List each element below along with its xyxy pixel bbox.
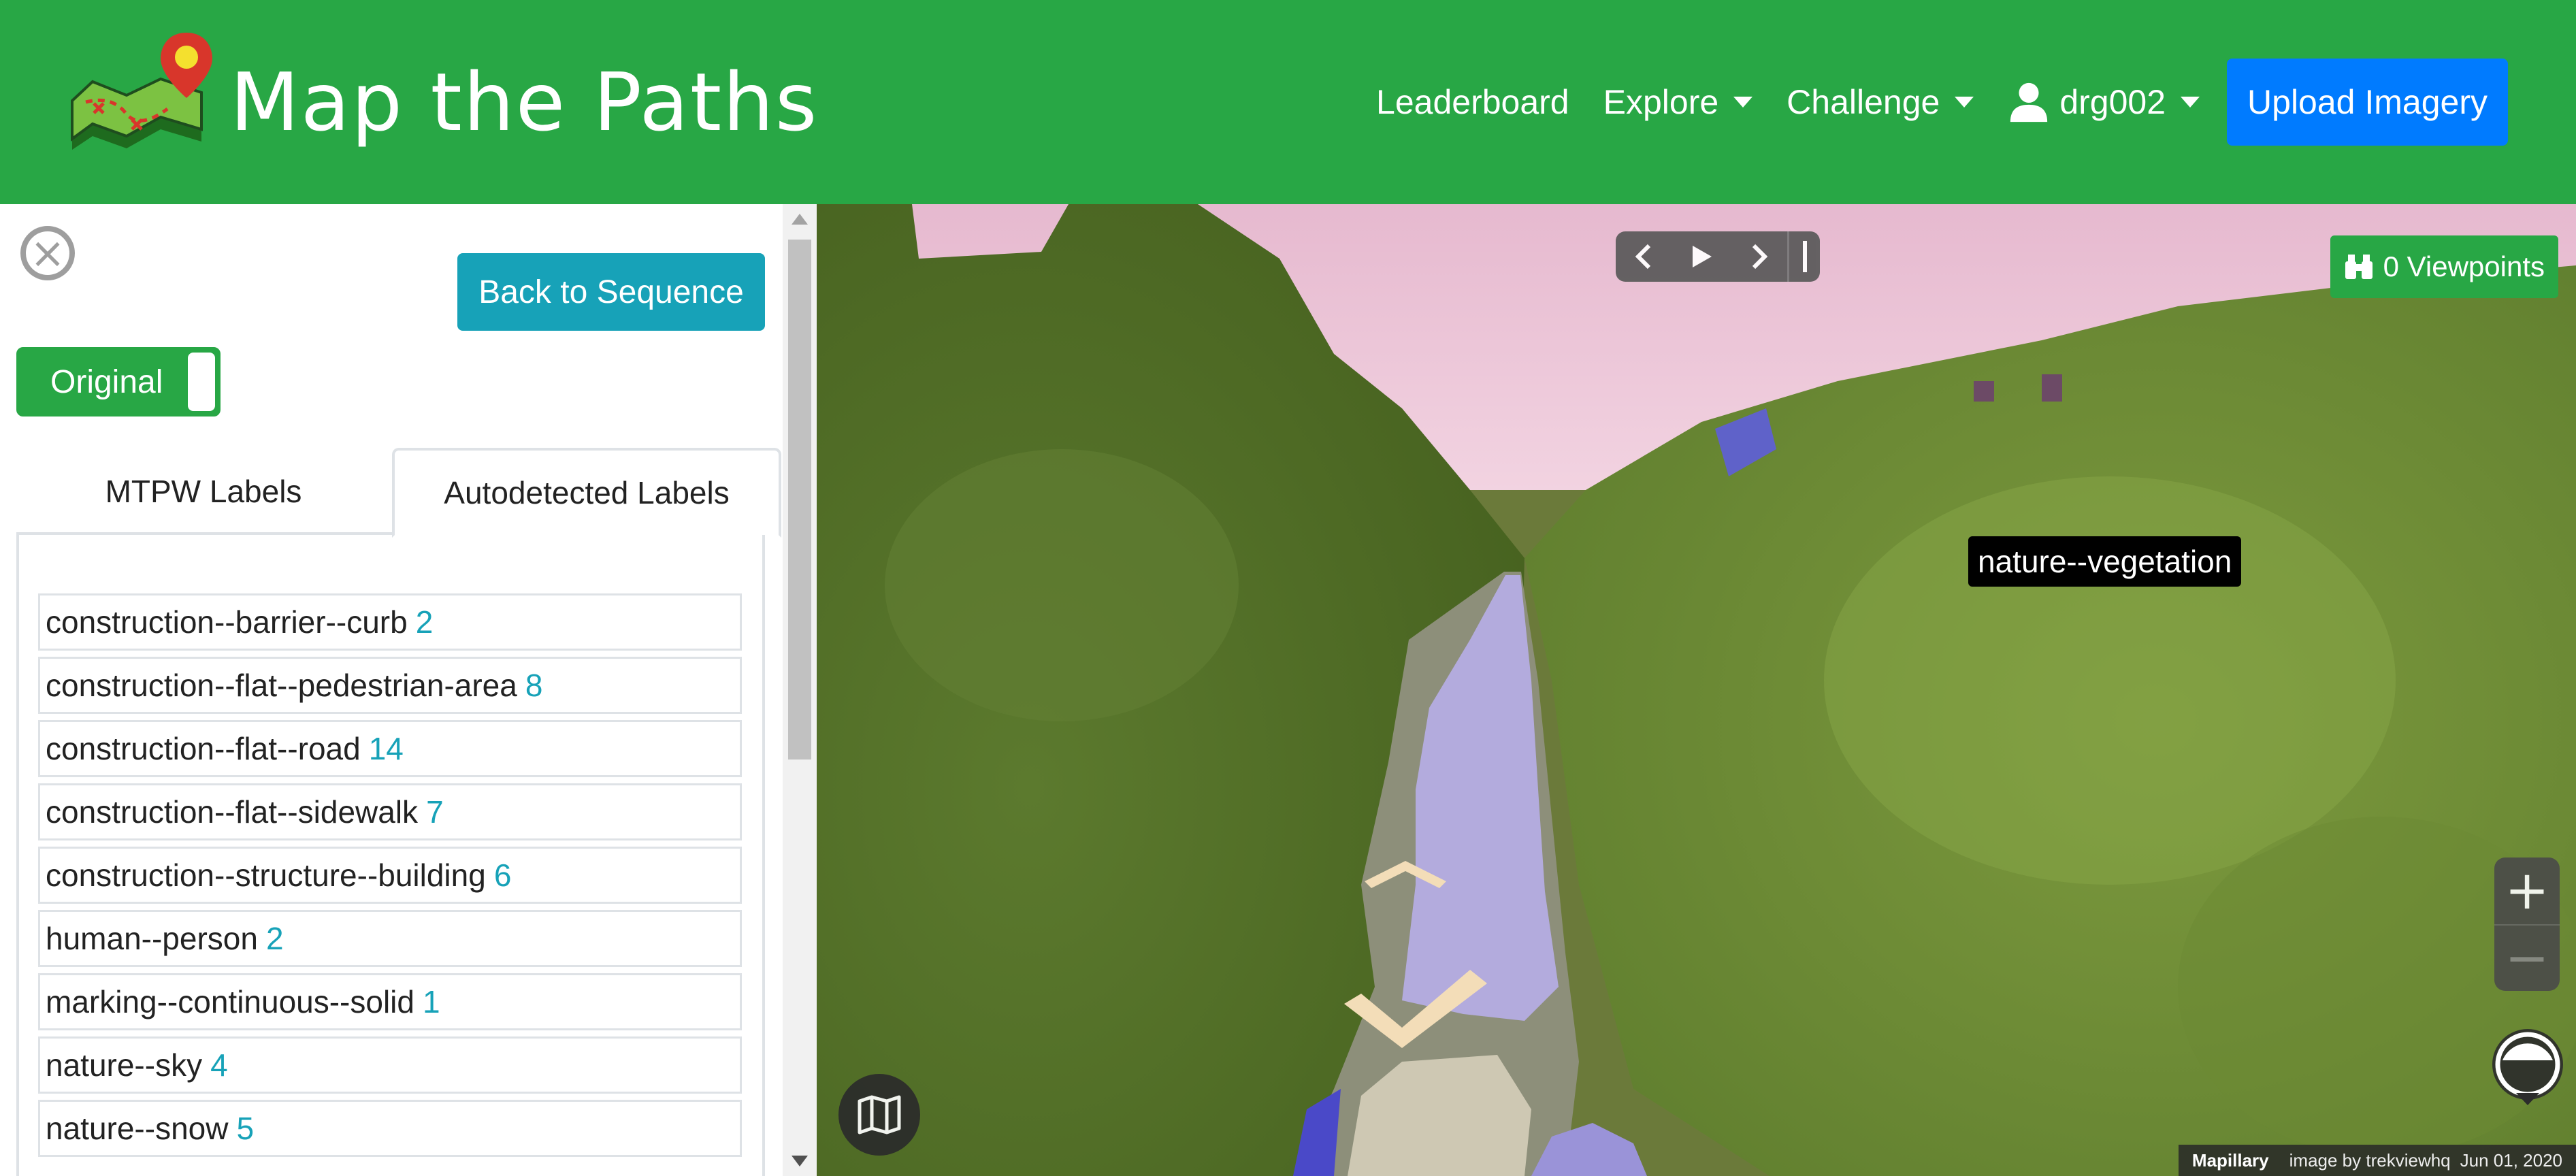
label-item[interactable]: construction--flat--road 14 (38, 720, 742, 777)
tab-mtpw-labels[interactable]: MTPW Labels (16, 448, 391, 535)
toggle-knob (188, 353, 215, 411)
map-toggle-button[interactable] (838, 1074, 920, 1156)
map-icon (858, 1095, 901, 1134)
label-item[interactable]: nature--sky 4 (38, 1036, 742, 1094)
label-name: marking--continuous--solid (46, 984, 414, 1019)
close-icon[interactable]: × (20, 226, 75, 280)
compass-icon[interactable] (2489, 1026, 2566, 1108)
label-count: 8 (525, 668, 543, 703)
label-item[interactable]: nature--snow 5 (38, 1100, 742, 1157)
nav-challenge-label: Challenge (1787, 83, 1940, 121)
label-count: 1 (422, 984, 440, 1019)
attribution-bar: Mapillary image by trekviewhq Jun 01, 20… (2178, 1145, 2576, 1176)
previous-icon[interactable] (1616, 231, 1673, 282)
zoom-in-button[interactable]: + (2494, 858, 2560, 924)
label-item[interactable]: human--person 2 (38, 910, 742, 967)
label-count: 5 (236, 1111, 255, 1146)
label-name: construction--flat--pedestrian-area (46, 668, 517, 703)
label-item[interactable]: construction--structure--building 6 (38, 847, 742, 904)
street-view-viewer[interactable]: 0 Viewpoints nature--vegetation + − Mapi… (817, 204, 2576, 1176)
user-icon (2010, 82, 2048, 122)
viewpoints-label: 0 Viewpoints (2383, 250, 2545, 282)
nav-explore-label: Explore (1603, 83, 1719, 121)
toggle-label: Original (50, 363, 163, 400)
label-item[interactable]: construction--flat--pedestrian-area 8 (38, 657, 742, 714)
caret-down-icon (2181, 97, 2200, 108)
scroll-up-icon[interactable] (792, 214, 808, 225)
nav-user-label: drg002 (2059, 83, 2166, 121)
caret-down-icon (1733, 97, 1753, 108)
label-name: nature--sky (46, 1047, 203, 1083)
label-tabs: MTPW Labels Autodetected Labels (16, 448, 781, 538)
next-icon[interactable] (1730, 231, 1787, 282)
nav-challenge-dropdown[interactable]: Challenge (1787, 82, 1974, 122)
nav-explore-dropdown[interactable]: Explore (1603, 82, 1753, 122)
label-item[interactable]: construction--flat--sidewalk 7 (38, 783, 742, 840)
label-count: 2 (265, 921, 284, 956)
label-name: construction--flat--sidewalk (46, 794, 419, 830)
label-name: human--person (46, 921, 258, 956)
label-count: 6 (493, 858, 512, 893)
label-name: construction--barrier--curb (46, 604, 408, 640)
label-list: construction--barrier--curb 2 constructio… (38, 593, 742, 1163)
zoom-controls: + − (2494, 858, 2560, 991)
zoom-out-button[interactable]: − (2494, 924, 2560, 991)
stop-icon[interactable] (1787, 231, 1820, 282)
mapillary-logo[interactable]: Mapillary (2192, 1150, 2269, 1171)
sequence-controls (1616, 231, 1820, 282)
upload-imagery-button[interactable]: Upload Imagery (2227, 59, 2508, 146)
brand-title: Map the Paths (230, 55, 819, 149)
label-name: construction--structure--building (46, 858, 486, 893)
binoculars-icon (2345, 255, 2373, 279)
image-date: Jun 01, 2020 (2460, 1149, 2562, 1171)
sidebar-scrollbar[interactable] (783, 204, 817, 1176)
viewpoints-button[interactable]: 0 Viewpoints (2330, 235, 2558, 298)
caret-down-icon (1955, 97, 1974, 108)
street-image (817, 204, 2576, 1176)
logo-icon (71, 33, 212, 150)
top-navbar: Map the Paths Leaderboard Explore Challe… (0, 0, 2576, 204)
nav-menu: Leaderboard Explore Challenge drg002 Upl… (1376, 59, 2508, 146)
brand[interactable]: Map the Paths (65, 27, 818, 177)
nav-user-dropdown[interactable]: drg002 (2008, 81, 2200, 123)
back-to-sequence-button[interactable]: Back to Sequence (457, 253, 765, 331)
scroll-down-icon[interactable] (792, 1156, 808, 1166)
label-count: 2 (415, 604, 434, 640)
play-icon[interactable] (1673, 231, 1730, 282)
label-count: 14 (368, 731, 404, 766)
label-item[interactable]: marking--continuous--solid 1 (38, 973, 742, 1030)
scrollbar-thumb[interactable] (788, 240, 811, 760)
label-count: 4 (210, 1047, 228, 1083)
nav-leaderboard[interactable]: Leaderboard (1376, 82, 1569, 122)
label-count: 7 (426, 794, 444, 830)
label-name: construction--flat--road (46, 731, 361, 766)
image-credit[interactable]: image by trekviewhq (2289, 1150, 2451, 1171)
segmentation-tooltip: nature--vegetation (1968, 536, 2242, 587)
label-name: nature--snow (46, 1111, 229, 1146)
tab-autodetected-labels[interactable]: Autodetected Labels (392, 448, 781, 538)
label-item[interactable]: construction--barrier--curb 2 (38, 593, 742, 651)
original-toggle[interactable]: Original (16, 347, 221, 416)
